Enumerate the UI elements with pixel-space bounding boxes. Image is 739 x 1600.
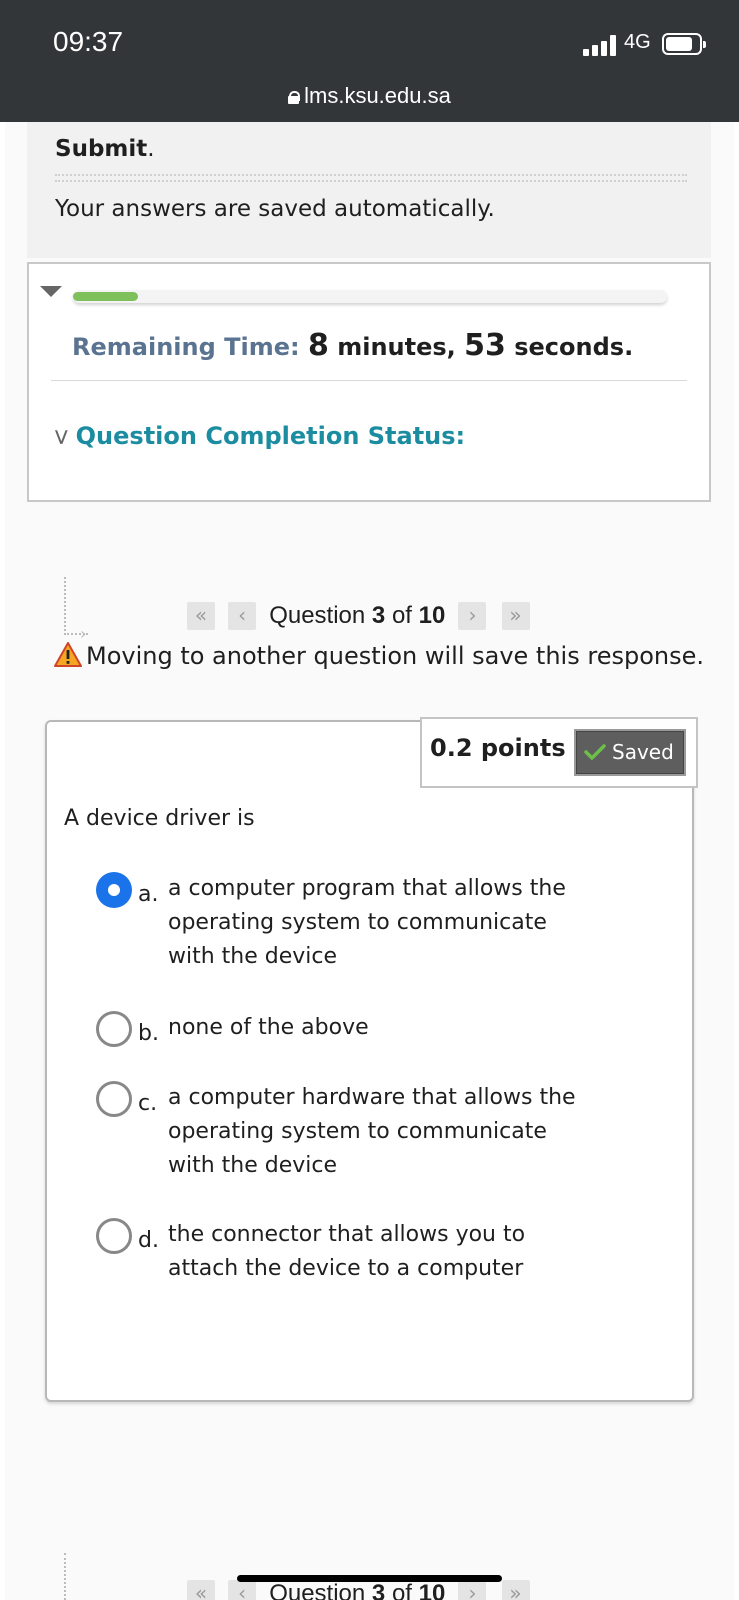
submit-word: Submit (55, 136, 148, 162)
first-question-button[interactable]: « (187, 602, 215, 630)
signal-icon (583, 34, 616, 56)
home-indicator[interactable] (237, 1575, 502, 1582)
browser-chrome: 09:37 4G lms.ksu.edu.sa (0, 0, 739, 122)
answer-option-a[interactable]: a. a computer program that allows the op… (96, 872, 576, 976)
battery-icon (662, 33, 706, 55)
question-prefix-bottom: Question (269, 1580, 366, 1600)
question-prefix: Question (269, 602, 366, 629)
checkmark-icon (584, 744, 606, 760)
next-question-button-bottom[interactable]: › (458, 1580, 487, 1600)
seconds-label: seconds. (514, 333, 634, 361)
last-question-button[interactable]: » (501, 602, 530, 630)
option-letter: c. (138, 1091, 158, 1116)
warning-text: Moving to another question will save thi… (86, 642, 704, 670)
remaining-time: Remaining Time: 8 minutes, 53 seconds. (72, 328, 633, 363)
answer-option-d[interactable]: d. the connector that allows you to atta… (96, 1218, 576, 1288)
radio-button-a[interactable] (96, 872, 132, 908)
submit-period: . (147, 136, 155, 162)
option-text: a computer hardware that allows the oper… (168, 1085, 576, 1178)
question-of: of (391, 602, 412, 629)
radio-button-b[interactable] (96, 1011, 132, 1047)
dotted-divider (55, 174, 687, 182)
question-total-bottom: 10 (418, 1580, 446, 1600)
instructions-panel: Submit. Your answers are saved automatic… (27, 122, 711, 258)
question-current-bottom: 3 (371, 1580, 386, 1600)
answer-option-c[interactable]: c. a computer hardware that allows the o… (96, 1081, 576, 1185)
first-question-button-bottom[interactable]: « (187, 1580, 215, 1600)
time-progress-bar (73, 290, 667, 303)
radio-button-c[interactable] (96, 1081, 132, 1117)
double-chevron-down-icon: ⋁ (55, 427, 68, 445)
address-bar[interactable]: lms.ksu.edu.sa (0, 83, 739, 109)
nav-bracket-decoration-bottom (64, 1553, 66, 1600)
nav-arrow-decoration: › (80, 624, 87, 643)
next-question-button[interactable]: › (458, 602, 487, 630)
network-label: 4G (624, 31, 651, 53)
option-text: none of the above (168, 1015, 369, 1040)
warning-icon (54, 642, 82, 667)
collapse-triangle-icon[interactable] (40, 286, 62, 297)
seconds-value: 53 (464, 328, 506, 363)
question-current: 3 (371, 602, 386, 629)
answer-option-b[interactable]: b. none of the above (96, 1011, 576, 1049)
remaining-time-label: Remaining Time: (72, 333, 300, 361)
question-points: 0.2 points (430, 734, 566, 762)
question-total: 10 (418, 602, 446, 629)
submit-instruction: Submit. (55, 136, 155, 162)
question-of-bottom: of (391, 1580, 412, 1600)
saved-status-button: Saved (574, 729, 686, 776)
lock-icon (288, 91, 301, 104)
last-question-button-bottom[interactable]: » (501, 1580, 530, 1600)
question-text: A device driver is (64, 806, 255, 831)
radio-button-d[interactable] (96, 1218, 132, 1254)
time-progress-fill (73, 292, 139, 301)
status-time: 09:37 (53, 26, 124, 57)
option-letter: a. (138, 882, 159, 907)
option-letter: b. (138, 1021, 159, 1046)
completion-status-label: Question Completion Status: (75, 422, 466, 450)
option-text: the connector that allows you to attach … (168, 1222, 526, 1281)
option-text: a computer program that allows the opera… (168, 876, 566, 969)
autosave-notice: Your answers are saved automatically. (55, 196, 495, 222)
timer-divider (51, 380, 687, 381)
question-navigation-bottom: « ‹ Question 3 of 10 › » (187, 1580, 530, 1600)
previous-question-button[interactable]: ‹ (228, 602, 257, 630)
save-warning: Moving to another question will save thi… (54, 642, 704, 670)
saved-label: Saved (612, 740, 674, 764)
timer-panel: Remaining Time: 8 minutes, 53 seconds. ⋁… (27, 262, 711, 502)
question-counter: Question 3 of 10 (269, 602, 445, 630)
question-counter-bottom: Question 3 of 10 (269, 1580, 445, 1600)
minutes-value: 8 (307, 328, 329, 363)
question-navigation: « ‹ Question 3 of 10 › » (187, 602, 530, 632)
url-text: lms.ksu.edu.sa (304, 83, 451, 108)
option-letter: d. (138, 1228, 159, 1253)
completion-status-toggle[interactable]: ⋁ Question Completion Status: (55, 422, 465, 450)
points-box: 0.2 points Saved (420, 717, 698, 788)
previous-question-button-bottom[interactable]: ‹ (228, 1580, 257, 1600)
minutes-label: minutes, (337, 333, 456, 361)
